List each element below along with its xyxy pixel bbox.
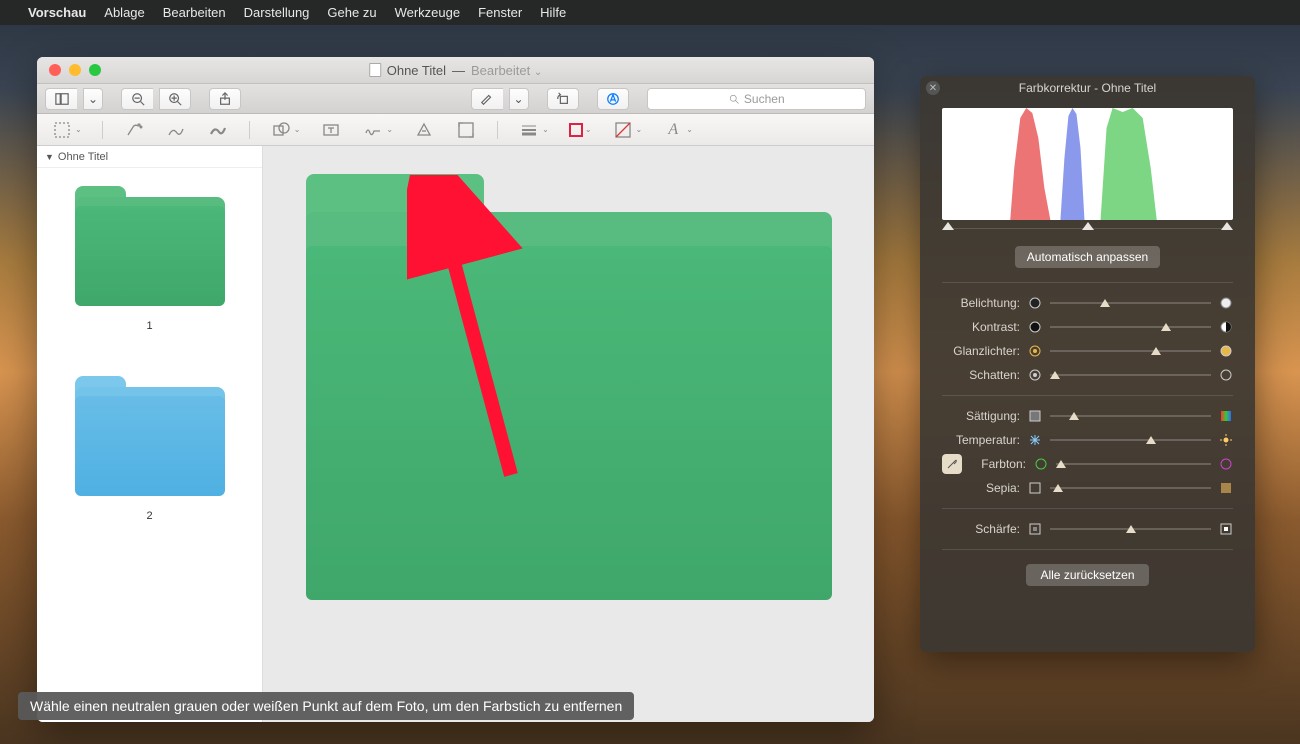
canvas-image: [306, 174, 832, 600]
primary-toolbar: ⌄ ⌄ Suchen: [37, 84, 874, 114]
zoom-in-button[interactable]: [159, 88, 191, 110]
saturation-slider[interactable]: [1050, 409, 1211, 423]
title-bar: Ohne Titel — Bearbeitet ⌄: [37, 57, 874, 84]
markup-toolbar: ⌄ ⌄ ⌄ ⌄ ⌄ ⌄ A⌄: [37, 114, 874, 146]
contrast-row: Kontrast:: [920, 315, 1255, 339]
eyedropper-button[interactable]: [942, 454, 962, 474]
sign-tool[interactable]: ⌄: [362, 119, 393, 141]
aperture-light-icon: [1219, 296, 1233, 310]
menu-window[interactable]: Fenster: [478, 5, 522, 20]
menu-tools[interactable]: Werkzeuge: [395, 5, 461, 20]
preview-window: Ohne Titel — Bearbeitet ⌄ ⌄ ⌄ Suchen ⌄ ⌄: [37, 57, 874, 722]
panel-title: Farbkorrektur - Ohne Titel: [1019, 81, 1156, 95]
tint-row: Farbton:: [920, 452, 1255, 476]
tint-magenta-icon: [1219, 457, 1233, 471]
thumbnail-2-label: 2: [146, 510, 152, 522]
panel-close-button[interactable]: ✕: [926, 81, 940, 95]
line-style-tool[interactable]: ⌄: [518, 119, 549, 141]
contrast-slider[interactable]: [1050, 320, 1211, 334]
aperture-dark-icon: [1028, 296, 1042, 310]
menu-edit[interactable]: Bearbeiten: [163, 5, 226, 20]
window-title: Ohne Titel: [387, 63, 446, 78]
zoom-window-button[interactable]: [89, 64, 101, 76]
sketch-tool[interactable]: [165, 119, 187, 141]
saturation-high-icon: [1219, 409, 1233, 423]
thumbnail-2[interactable]: [75, 376, 225, 496]
histogram-range[interactable]: [942, 222, 1233, 236]
thumbnail-1-label: 1: [146, 320, 152, 332]
sharpness-row: Schärfe:: [920, 517, 1255, 541]
sepia-row: Sepia:: [920, 476, 1255, 500]
tint-slider[interactable]: [1056, 457, 1211, 471]
markup-dropdown[interactable]: ⌄: [509, 88, 529, 110]
sidebar-header[interactable]: ▼Ohne Titel: [37, 146, 262, 168]
text-tool[interactable]: [320, 119, 342, 141]
menu-view[interactable]: Darstellung: [244, 5, 310, 20]
adjust-size-tool[interactable]: [455, 119, 477, 141]
saturation-low-icon: [1028, 409, 1042, 423]
document-proxy-icon[interactable]: [369, 63, 381, 77]
reset-all-button[interactable]: Alle zurücksetzen: [1026, 564, 1148, 586]
temperature-cold-icon: [1028, 433, 1042, 447]
exposure-slider[interactable]: [1050, 296, 1211, 310]
minimize-window-button[interactable]: [69, 64, 81, 76]
sepia-high-icon: [1219, 481, 1233, 495]
menu-go[interactable]: Gehe zu: [327, 5, 376, 20]
thumbnail-1[interactable]: [75, 186, 225, 306]
tint-green-icon: [1034, 457, 1048, 471]
contrast-high-icon: [1219, 320, 1233, 334]
temperature-row: Temperatur:: [920, 428, 1255, 452]
close-window-button[interactable]: [49, 64, 61, 76]
shapes-tool[interactable]: ⌄: [270, 119, 301, 141]
shadows-high-icon: [1219, 368, 1233, 382]
highlights-slider[interactable]: [1050, 344, 1211, 358]
canvas[interactable]: [263, 146, 874, 722]
highlights-row: Glanzlichter:: [920, 339, 1255, 363]
fill-color-tool[interactable]: ⌄: [612, 119, 643, 141]
menu-bar: Vorschau Ablage Bearbeiten Darstellung G…: [0, 0, 1300, 25]
sharpness-high-icon: [1219, 522, 1233, 536]
selection-tool[interactable]: ⌄: [51, 119, 82, 141]
view-mode-button[interactable]: [45, 88, 77, 110]
share-button[interactable]: [209, 88, 241, 110]
thumbnail-sidebar: ▼Ohne Titel 1 2: [37, 146, 263, 722]
shadows-slider[interactable]: [1050, 368, 1211, 382]
auto-levels-button[interactable]: Automatisch anpassen: [1015, 246, 1160, 268]
search-placeholder: Suchen: [744, 92, 785, 106]
instant-alpha-tool[interactable]: [123, 119, 145, 141]
search-field[interactable]: Suchen: [647, 88, 866, 110]
text-style-tool[interactable]: A⌄: [662, 119, 693, 141]
shadows-low-icon: [1028, 368, 1042, 382]
saturation-row: Sättigung:: [920, 404, 1255, 428]
app-menu[interactable]: Vorschau: [28, 5, 86, 20]
window-status[interactable]: Bearbeitet ⌄: [471, 63, 542, 78]
temperature-slider[interactable]: [1050, 433, 1211, 447]
zoom-out-button[interactable]: [121, 88, 153, 110]
temperature-warm-icon: [1219, 433, 1233, 447]
adjust-color-tool[interactable]: [413, 119, 435, 141]
sharpness-slider[interactable]: [1050, 522, 1211, 536]
draw-tool[interactable]: [207, 119, 229, 141]
sharpness-low-icon: [1028, 522, 1042, 536]
highlights-low-icon: [1028, 344, 1042, 358]
annotate-button[interactable]: [597, 88, 629, 110]
sepia-slider[interactable]: [1050, 481, 1211, 495]
menu-file[interactable]: Ablage: [104, 5, 144, 20]
markup-button[interactable]: [471, 88, 503, 110]
tooltip: Wähle einen neutralen grauen oder weißen…: [18, 692, 634, 720]
sepia-low-icon: [1028, 481, 1042, 495]
highlights-high-icon: [1219, 344, 1233, 358]
histogram: [942, 108, 1233, 220]
view-mode-dropdown[interactable]: ⌄: [83, 88, 103, 110]
shadows-row: Schatten:: [920, 363, 1255, 387]
contrast-low-icon: [1028, 320, 1042, 334]
color-adjust-panel: ✕ Farbkorrektur - Ohne Titel Automatisch…: [920, 76, 1255, 652]
exposure-row: Belichtung:: [920, 291, 1255, 315]
rotate-button[interactable]: [547, 88, 579, 110]
menu-help[interactable]: Hilfe: [540, 5, 566, 20]
border-color-tool[interactable]: ⌄: [569, 123, 592, 137]
